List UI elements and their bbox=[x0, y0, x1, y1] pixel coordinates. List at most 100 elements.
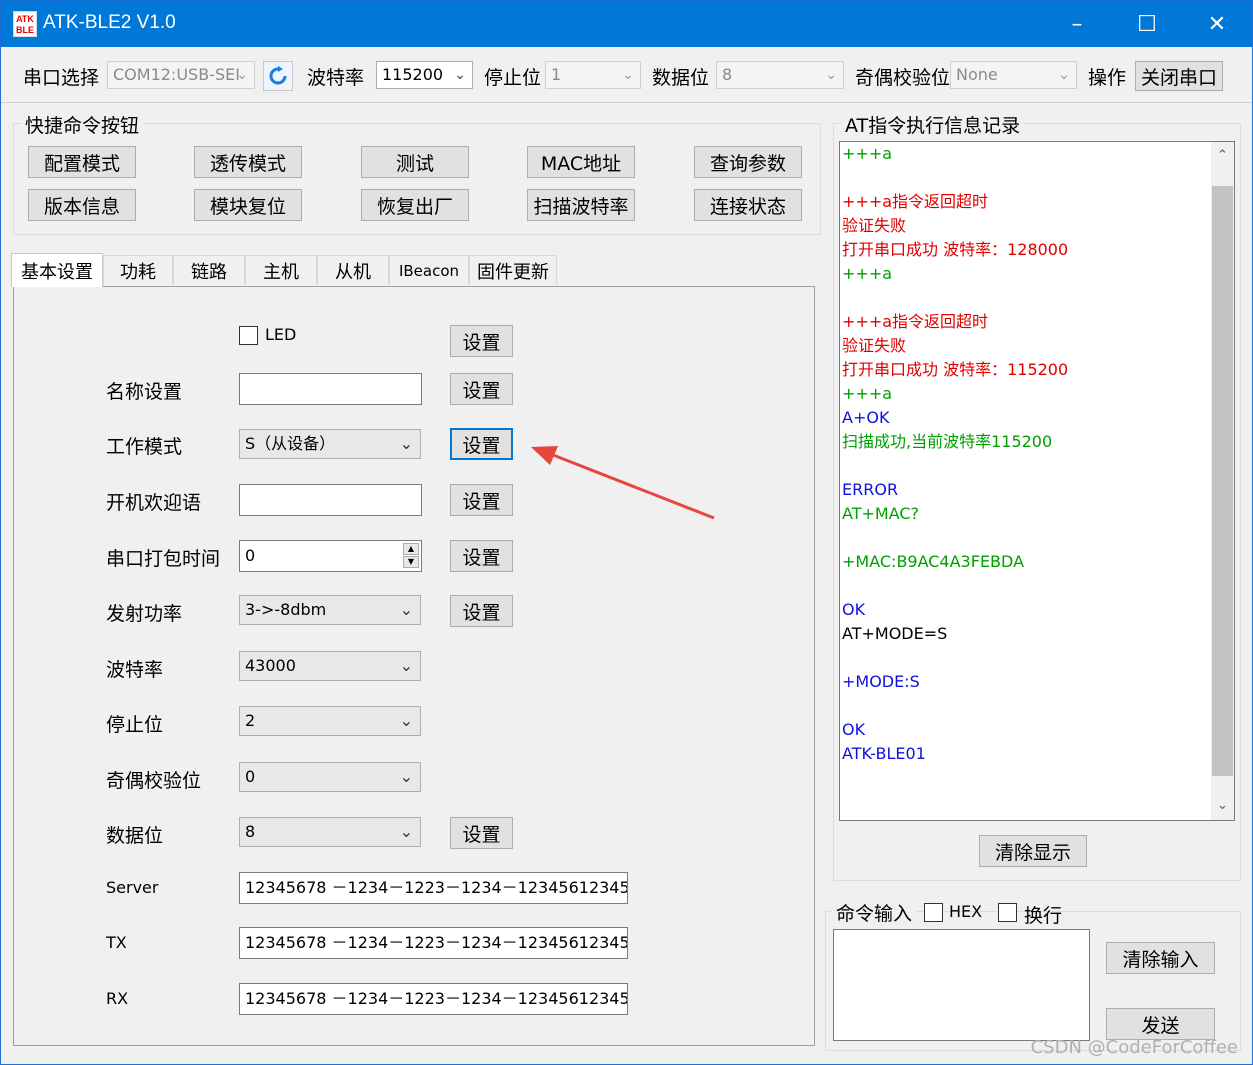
log-line: OK bbox=[842, 600, 866, 619]
data-bits-label: 数据位 bbox=[652, 67, 710, 89]
data-bits-set-button[interactable]: 设置 bbox=[450, 817, 513, 849]
version-info-button[interactable]: 版本信息 bbox=[28, 189, 136, 221]
work-mode-select[interactable]: S（从设备） ⌄ bbox=[239, 429, 421, 459]
welcome-input[interactable] bbox=[239, 484, 422, 516]
led-checkbox[interactable] bbox=[239, 326, 258, 345]
rx-uuid-field[interactable]: 12345678 －1234－1223－1234－123456123456 bbox=[239, 983, 628, 1015]
chevron-down-icon: ⌄ bbox=[825, 67, 837, 83]
module-reset-button[interactable]: 模块复位 bbox=[194, 189, 302, 221]
pack-time-set-button[interactable]: 设置 bbox=[450, 540, 513, 572]
config-mode-button[interactable]: 配置模式 bbox=[28, 146, 136, 178]
factory-reset-button[interactable]: 恢复出厂 bbox=[361, 189, 469, 221]
log-scrollbar[interactable]: ⌃ ⌄ bbox=[1211, 142, 1234, 820]
name-input[interactable] bbox=[239, 373, 422, 405]
chevron-down-icon: ⌄ bbox=[399, 600, 413, 619]
log-line: ATK-BLE01 bbox=[842, 744, 926, 763]
scroll-thumb[interactable] bbox=[1212, 186, 1233, 776]
work-mode-label: 工作模式 bbox=[106, 436, 183, 458]
test-button[interactable]: 测试 bbox=[361, 146, 469, 178]
query-params-button[interactable]: 查询参数 bbox=[694, 146, 802, 178]
refresh-port-button[interactable] bbox=[263, 61, 293, 91]
log-line: 扫描成功,当前波特率115200 bbox=[842, 432, 1053, 451]
tab-firmware-update[interactable]: 固件更新 bbox=[469, 255, 557, 285]
newline-label: 换行 bbox=[1024, 905, 1063, 927]
quick-commands-title: 快捷命令按钮 bbox=[21, 111, 144, 138]
tab-master[interactable]: 主机 bbox=[245, 255, 317, 285]
app-window: ATK BLE ATK-BLE2 V1.0 – ☐ ✕ 串口选择 COM12:U… bbox=[0, 0, 1253, 1065]
basic-baud-label: 波特率 bbox=[106, 659, 164, 681]
operation-label: 操作 bbox=[1088, 67, 1127, 89]
port-select[interactable]: COM12:USB-SEI ⌄ bbox=[107, 61, 255, 89]
log-line: +++a bbox=[842, 264, 893, 283]
connection-status-button[interactable]: 连接状态 bbox=[694, 189, 802, 221]
clear-display-button[interactable]: 清除显示 bbox=[979, 835, 1087, 867]
data-bits-select[interactable]: 8 ⌄ bbox=[716, 61, 844, 89]
name-set-button[interactable]: 设置 bbox=[450, 373, 513, 405]
basic-stop-bits-select[interactable]: 2 ⌄ bbox=[239, 706, 421, 736]
log-line: +++a指令返回超时 bbox=[842, 192, 989, 211]
stop-bits-select[interactable]: 1 ⌄ bbox=[545, 61, 641, 89]
tab-slave[interactable]: 从机 bbox=[317, 255, 389, 285]
baud-label: 波特率 bbox=[307, 67, 365, 89]
welcome-set-button[interactable]: 设置 bbox=[450, 484, 513, 516]
chevron-down-icon: ⌄ bbox=[454, 67, 466, 83]
minimize-icon[interactable]: – bbox=[1042, 1, 1112, 47]
server-uuid-field[interactable]: 12345678 －1234－1223－1234－123456123456 bbox=[239, 872, 628, 904]
spin-down-icon[interactable]: ▼ bbox=[403, 556, 419, 568]
pack-time-spinbox[interactable]: 0 ▲ ▼ bbox=[239, 540, 422, 572]
baud-select[interactable]: 115200 ⌄ bbox=[376, 61, 473, 89]
send-button[interactable]: 发送 bbox=[1106, 1008, 1215, 1040]
tab-basic-settings[interactable]: 基本设置 bbox=[11, 253, 103, 287]
mac-address-button[interactable]: MAC地址 bbox=[527, 146, 635, 178]
tx-power-select[interactable]: 3->-8dbm ⌄ bbox=[239, 595, 421, 625]
chevron-down-icon: ⌄ bbox=[399, 434, 413, 453]
led-label: LED bbox=[265, 325, 297, 344]
port-label: 串口选择 bbox=[23, 67, 100, 89]
close-port-button[interactable]: 关闭串口 bbox=[1135, 61, 1223, 91]
log-line: OK bbox=[842, 720, 866, 739]
at-log-textarea[interactable]: +++a +++a指令返回超时 验证失败 打开串口成功 波特率：128000 +++a +… bbox=[839, 141, 1235, 821]
annotation-arrow-icon bbox=[531, 446, 715, 520]
log-line: 验证失败 bbox=[842, 216, 907, 235]
close-icon[interactable]: ✕ bbox=[1182, 1, 1252, 47]
log-line: +++a bbox=[842, 144, 893, 163]
clear-input-button[interactable]: 清除输入 bbox=[1106, 942, 1215, 974]
basic-data-bits-label: 数据位 bbox=[106, 825, 164, 847]
scan-baud-button[interactable]: 扫描波特率 bbox=[527, 189, 635, 221]
tab-link[interactable]: 链路 bbox=[173, 255, 245, 285]
maximize-icon[interactable]: ☐ bbox=[1112, 1, 1182, 47]
log-line: 打开串口成功 波特率：115200 bbox=[842, 360, 1069, 379]
log-line: AT+MODE=S bbox=[842, 624, 948, 643]
basic-data-bits-select[interactable]: 8 ⌄ bbox=[239, 817, 421, 847]
passthrough-mode-button[interactable]: 透传模式 bbox=[194, 146, 302, 178]
basic-parity-label: 奇偶校验位 bbox=[106, 770, 202, 792]
hex-label: HEX bbox=[949, 902, 983, 921]
chevron-down-icon: ⌄ bbox=[1058, 67, 1070, 83]
tx-label: TX bbox=[106, 933, 127, 952]
scroll-up-icon[interactable]: ⌃ bbox=[1211, 144, 1234, 168]
basic-baud-select[interactable]: 43000 ⌄ bbox=[239, 651, 421, 681]
spin-up-icon[interactable]: ▲ bbox=[403, 543, 419, 555]
parity-select[interactable]: None ⌄ bbox=[950, 61, 1077, 89]
work-mode-set-button[interactable]: 设置 bbox=[450, 428, 513, 460]
led-set-button[interactable]: 设置 bbox=[450, 325, 513, 357]
scroll-down-icon[interactable]: ⌄ bbox=[1211, 794, 1234, 818]
hex-checkbox[interactable] bbox=[924, 903, 943, 922]
command-textarea[interactable] bbox=[833, 929, 1090, 1041]
newline-checkbox[interactable] bbox=[998, 903, 1017, 922]
serial-toolbar: 串口选择 COM12:USB-SEI ⌄ 波特率 115200 ⌄ 停止位 1 ⌄ 数… bbox=[1, 47, 1252, 103]
pack-time-label: 串口打包时间 bbox=[106, 548, 221, 570]
rx-label: RX bbox=[106, 989, 129, 1008]
tx-uuid-field[interactable]: 12345678 －1234－1223－1234－123456123456 bbox=[239, 927, 628, 959]
tx-power-set-button[interactable]: 设置 bbox=[450, 595, 513, 627]
chevron-down-icon: ⌄ bbox=[399, 711, 413, 730]
basic-parity-select[interactable]: 0 ⌄ bbox=[239, 762, 421, 792]
basic-stop-bits-label: 停止位 bbox=[106, 714, 164, 736]
log-line: ERROR bbox=[842, 480, 899, 499]
tab-power[interactable]: 功耗 bbox=[103, 255, 173, 285]
tab-ibeacon[interactable]: IBeacon bbox=[389, 255, 469, 285]
log-line: AT+MAC? bbox=[842, 504, 920, 523]
